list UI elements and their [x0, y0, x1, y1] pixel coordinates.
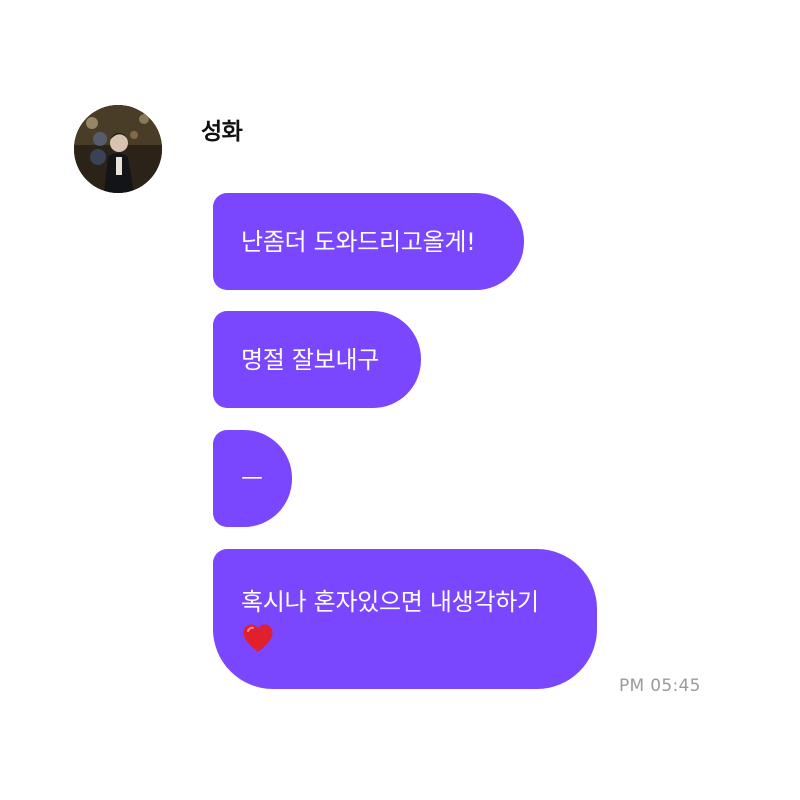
message-text: 난좀더 도와드리고올게!: [241, 227, 476, 256]
red-heart-emoji-icon: [241, 622, 275, 654]
message-bubble[interactable]: 명절 잘보내구: [213, 311, 421, 408]
avatar-photo-icon: [74, 105, 162, 193]
message-text: 혹시나 혼자있으면 내생각하기: [241, 588, 539, 616]
message-bubble[interactable]: 혹시나 혼자있으면 내생각하기: [213, 549, 597, 689]
sender-avatar[interactable]: [74, 105, 162, 193]
sender-name: 성화: [201, 119, 243, 145]
message-text: 명절 잘보내구: [241, 345, 380, 374]
message-timestamp: PM 05:45: [619, 676, 701, 696]
message-bubble[interactable]: 난좀더 도와드리고올게!: [213, 193, 524, 290]
message-text: ㅡ: [241, 464, 263, 493]
message-bubble[interactable]: ㅡ: [213, 430, 292, 527]
